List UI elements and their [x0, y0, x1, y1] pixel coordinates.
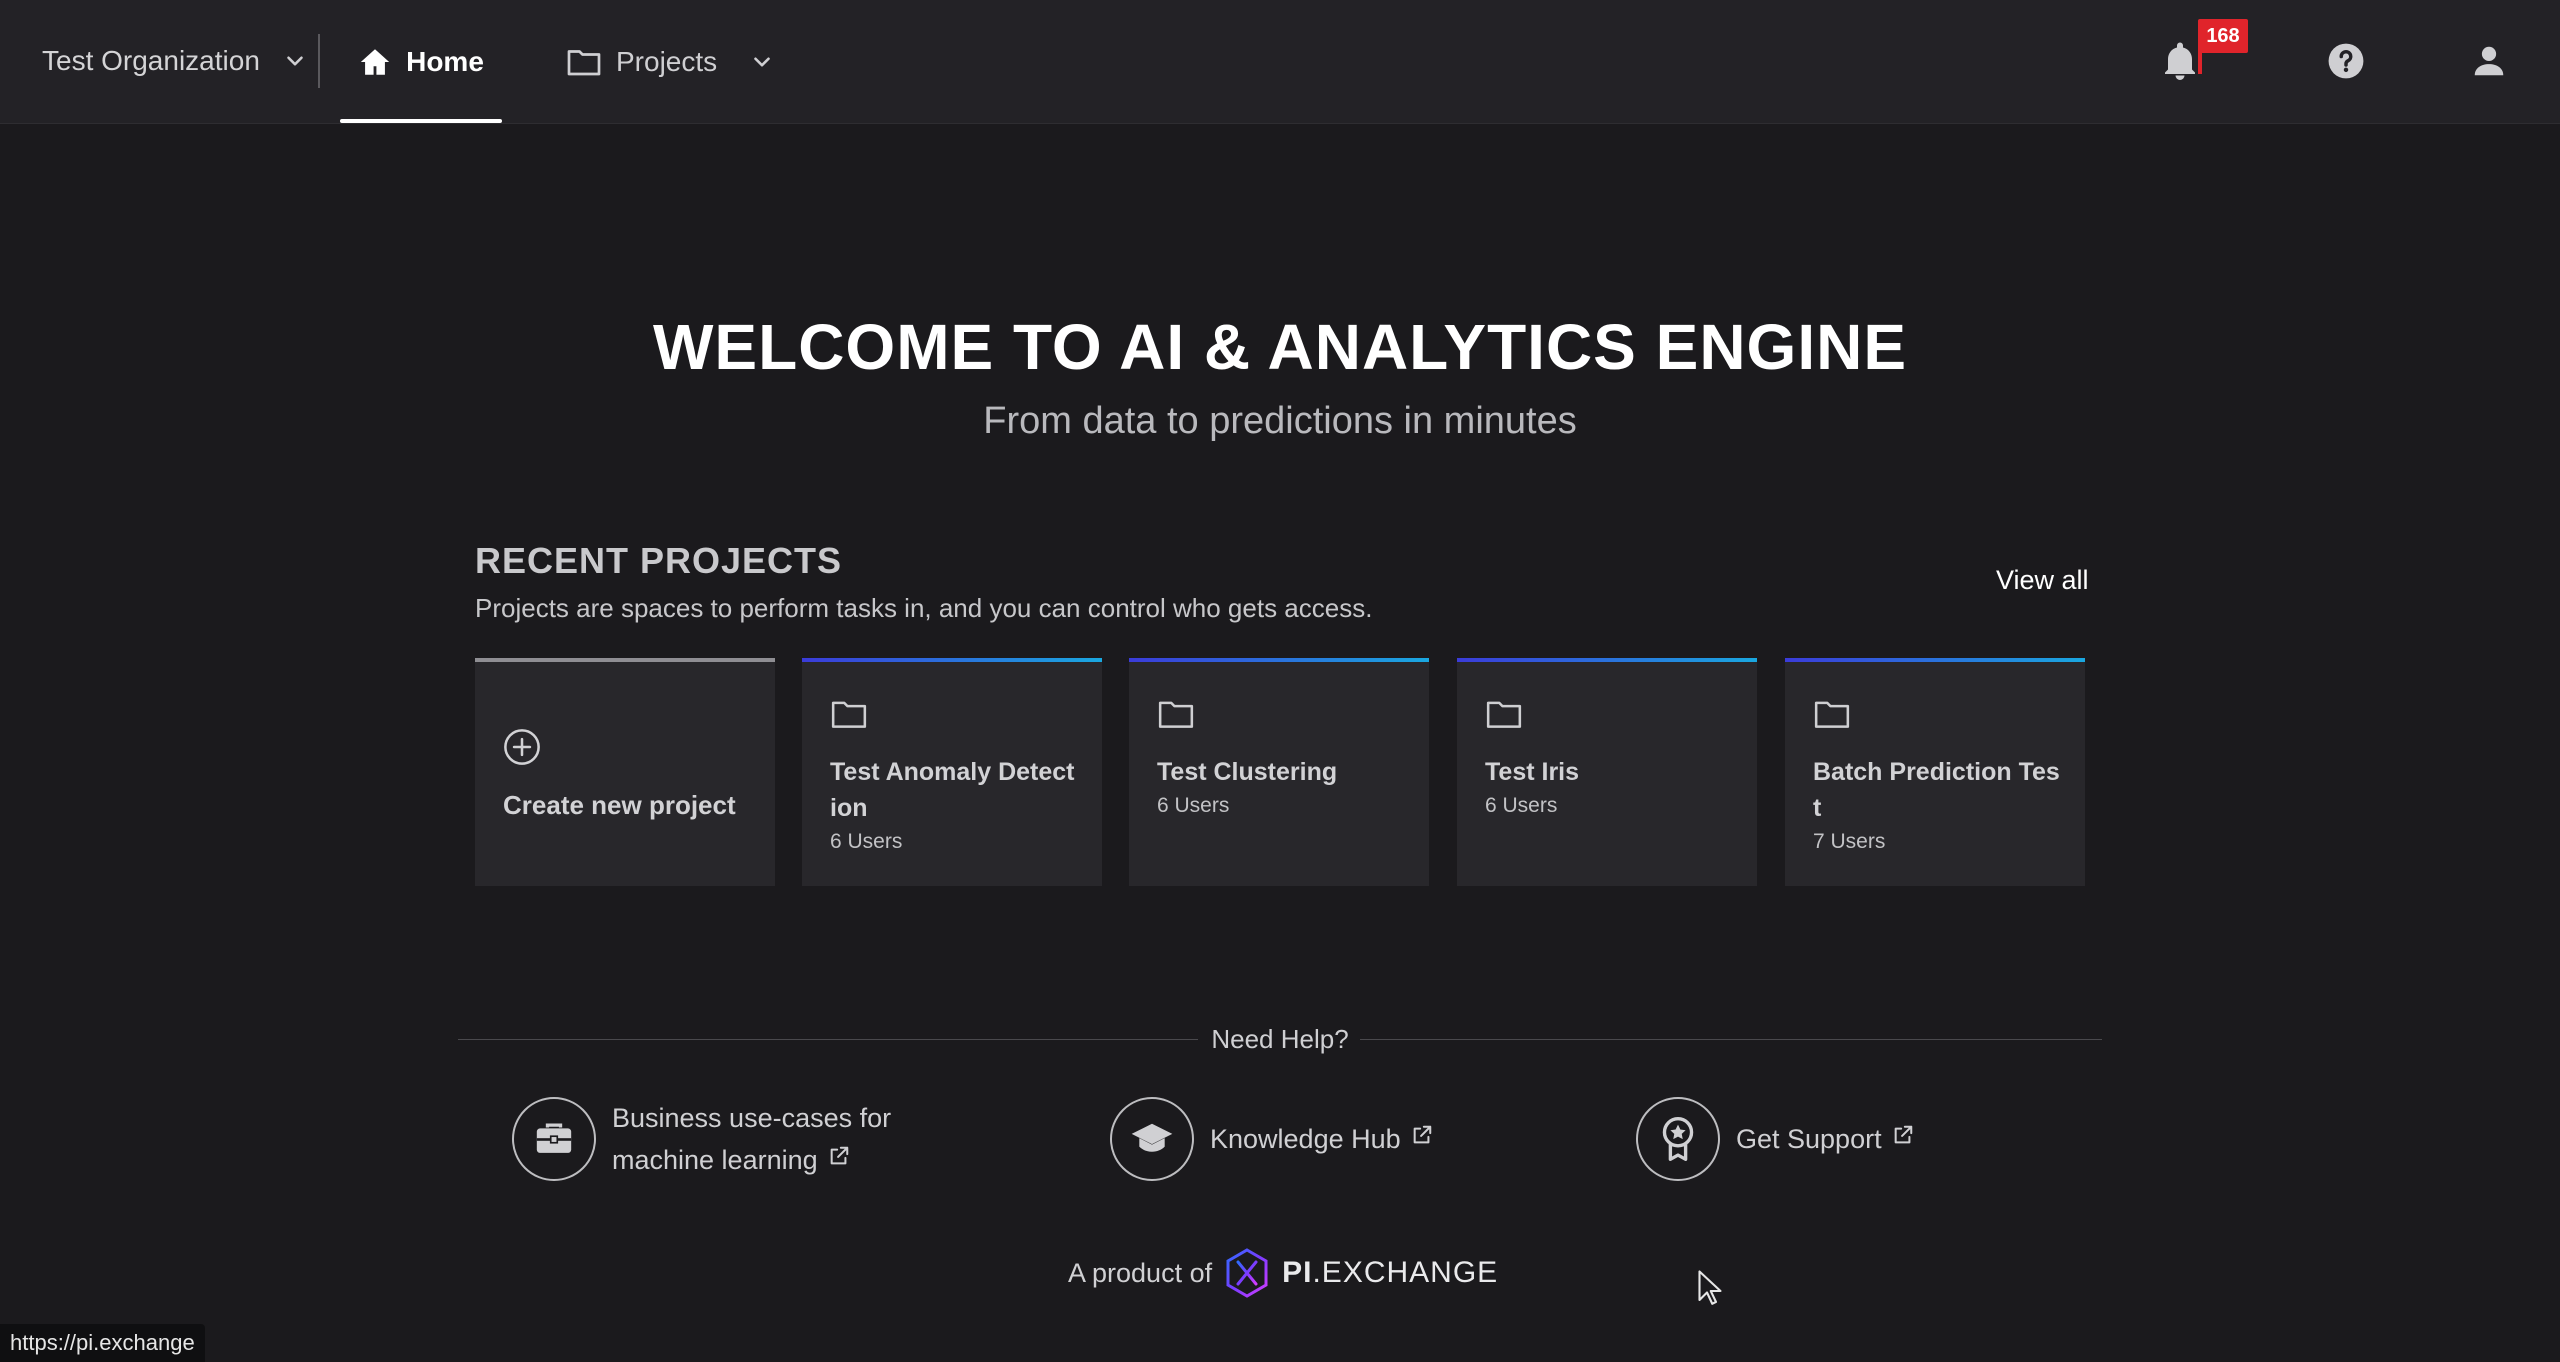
project-card[interactable]: Test Anomaly Detection 6 Users — [802, 658, 1102, 886]
tab-home-label: Home — [406, 45, 484, 77]
notifications-bell-icon[interactable] — [2162, 42, 2198, 82]
knowledge-hub-link[interactable]: Knowledge Hub — [1110, 1097, 1433, 1181]
nav-divider — [318, 34, 320, 88]
project-user-count: 6 Users — [1157, 794, 1230, 817]
tab-projects[interactable]: Projects — [566, 0, 775, 123]
get-support-label: Get Support — [1736, 1124, 1882, 1154]
folder-icon — [1814, 701, 1850, 728]
award-icon — [1662, 1117, 1694, 1161]
organization-name: Test Organization — [42, 45, 260, 76]
recent-projects-description: Projects are spaces to perform tasks in,… — [475, 593, 1373, 623]
business-use-cases-line2: machine learning — [612, 1145, 818, 1175]
project-name: Test Anomaly Detection — [830, 758, 1075, 822]
home-icon — [360, 48, 390, 75]
footer-prefix: A product of — [1068, 1257, 1213, 1288]
welcome-subtitle: From data to predictions in minutes — [983, 400, 1577, 442]
briefcase-icon — [536, 1123, 572, 1153]
project-card[interactable]: Test Clustering 6 Users — [1129, 658, 1429, 886]
footer-brand: A product of PI.EXCHANGE — [1068, 1248, 1498, 1298]
user-account-icon[interactable] — [2470, 42, 2508, 80]
project-user-count: 7 Users — [1813, 830, 1886, 853]
project-name: Batch Prediction Test — [1813, 758, 2060, 822]
get-support-link[interactable]: Get Support — [1636, 1097, 1914, 1181]
organization-selector[interactable]: Test Organization — [42, 40, 308, 82]
project-card[interactable]: Batch Prediction Test 7 Users — [1785, 658, 2085, 886]
project-card[interactable]: Test Iris 6 Users — [1457, 658, 1757, 886]
help-icon-circle — [1636, 1097, 1720, 1181]
folder-icon — [831, 701, 867, 728]
project-name: Test Clustering — [1157, 758, 1338, 786]
chevron-down-icon — [754, 56, 770, 67]
project-user-count: 6 Users — [1485, 794, 1558, 817]
status-bar-url: https://pi.exchange — [0, 1324, 205, 1362]
mouse-cursor-icon — [1698, 1270, 1722, 1305]
business-use-cases-link[interactable]: Business use-cases for machine learning — [512, 1097, 891, 1181]
pi-exchange-wordmark[interactable]: PI.EXCHANGE — [1282, 1256, 1498, 1290]
help-icon[interactable] — [2327, 42, 2365, 80]
top-navigation-bar: Test Organization Home Projects 168 — [0, 0, 2560, 124]
need-help-title: Need Help? — [1211, 1024, 1349, 1054]
pi-exchange-logo-icon[interactable] — [1224, 1248, 1270, 1298]
help-icon-circle — [1110, 1097, 1194, 1181]
help-icon-circle — [512, 1097, 596, 1181]
project-name: Test Iris — [1485, 758, 1580, 786]
external-link-icon — [1894, 1125, 1912, 1144]
view-all-link[interactable]: View all — [1996, 565, 2089, 596]
folder-icon — [1158, 701, 1194, 728]
folder-icon — [1486, 701, 1522, 728]
external-link-icon — [1413, 1125, 1431, 1144]
graduation-cap-icon — [1131, 1123, 1173, 1152]
add-circle-icon — [504, 729, 540, 765]
notification-badge-tail — [2198, 50, 2202, 74]
business-use-cases-line1: Business use-cases for — [612, 1103, 892, 1133]
external-link-icon — [830, 1146, 848, 1165]
create-new-project-label: Create new project — [503, 790, 736, 820]
brand-rest: .EXCHANGE — [1312, 1256, 1499, 1289]
welcome-title: WELCOME TO AI & ANALYTICS ENGINE — [653, 311, 1907, 383]
notification-count-badge: 168 — [2198, 19, 2248, 53]
folder-icon — [567, 49, 601, 75]
project-user-count: 6 Users — [830, 830, 903, 853]
recent-projects-title: RECENT PROJECTS — [475, 540, 843, 581]
knowledge-hub-label: Knowledge Hub — [1210, 1124, 1401, 1154]
tab-home[interactable]: Home — [340, 0, 502, 123]
help-divider-left — [458, 1039, 1198, 1040]
tab-projects-label: Projects — [616, 45, 718, 77]
create-new-project-card[interactable]: Create new project — [475, 658, 775, 886]
chevron-down-icon — [287, 56, 303, 66]
brand-bold: PI — [1282, 1256, 1313, 1289]
help-divider-right — [1360, 1039, 2102, 1040]
